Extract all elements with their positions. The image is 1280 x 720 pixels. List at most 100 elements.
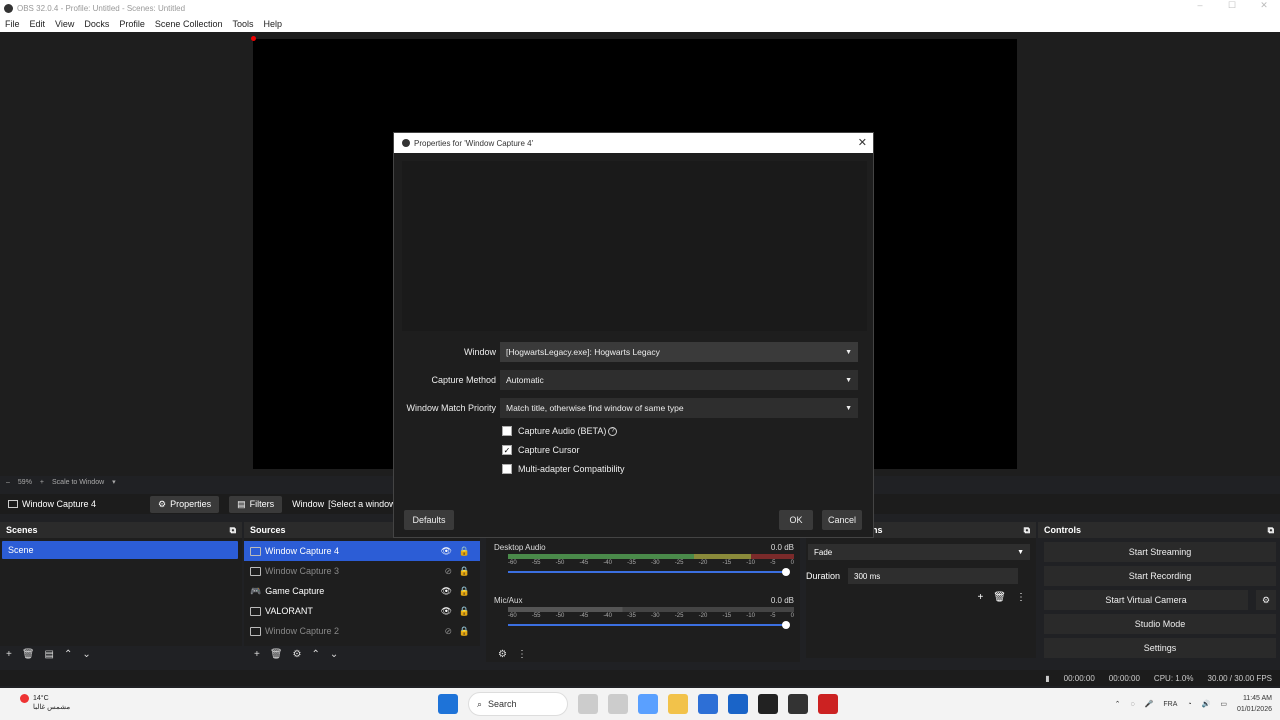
cancel-button[interactable]: Cancel bbox=[822, 510, 862, 530]
trash-icon[interactable]: 🗑 bbox=[270, 649, 283, 660]
scene-item[interactable]: Scene bbox=[2, 541, 238, 559]
eye-hidden-icon[interactable]: ⊘ bbox=[444, 566, 452, 577]
app-red-icon[interactable] bbox=[818, 694, 838, 714]
help-icon[interactable]: ? bbox=[608, 426, 618, 436]
window-select[interactable]: [Select a window bbox=[328, 499, 396, 509]
source-row[interactable]: Window Capture 3 ⊘ 🔒 bbox=[244, 561, 480, 581]
lock-icon[interactable]: 🔒 bbox=[459, 566, 470, 577]
store-icon[interactable] bbox=[698, 694, 718, 714]
add-icon[interactable]: + bbox=[6, 649, 12, 660]
menu-file[interactable]: File bbox=[0, 19, 25, 29]
eye-icon[interactable]: 👁 bbox=[441, 586, 452, 597]
trash-icon[interactable]: 🗑 bbox=[993, 592, 1006, 603]
search-label: Search bbox=[488, 699, 517, 709]
match-priority-select[interactable]: Match title, otherwise find window of sa… bbox=[500, 398, 858, 418]
menu-scene-collection[interactable]: Scene Collection bbox=[150, 19, 228, 29]
clock[interactable]: 11:45 AM 01/01/2026 bbox=[1237, 693, 1272, 715]
volume-slider[interactable] bbox=[508, 568, 790, 576]
obs-taskbar-icon[interactable] bbox=[788, 694, 808, 714]
filter-icon[interactable]: ▤ bbox=[45, 649, 54, 660]
network-icon[interactable]: ◌ bbox=[1130, 701, 1134, 708]
widgets-icon[interactable] bbox=[578, 694, 598, 714]
chevron-up-icon[interactable]: ⌃ bbox=[1115, 700, 1121, 708]
trash-icon[interactable]: 🗑 bbox=[22, 649, 35, 660]
zoom-mode[interactable]: Scale to Window bbox=[52, 479, 104, 486]
menu-profile[interactable]: Profile bbox=[114, 19, 150, 29]
undock-icon[interactable]: ⧉ bbox=[1268, 525, 1274, 536]
eye-icon[interactable]: 👁 bbox=[441, 546, 452, 557]
down-icon[interactable]: ⌄ bbox=[82, 649, 90, 660]
meter-ticks: -60 -55 -50 -45 -40 -35 -30 -25 -20 -15 -10 -5 0 bbox=[508, 613, 794, 619]
menu-view[interactable]: View bbox=[50, 19, 79, 29]
volume-icon[interactable]: 🔊 bbox=[1202, 700, 1211, 708]
undock-icon[interactable]: ⧉ bbox=[1024, 525, 1030, 536]
language-indicator[interactable]: FRA bbox=[1163, 701, 1177, 708]
properties-button[interactable]: ⚙ Properties bbox=[150, 495, 220, 513]
start-streaming-button[interactable]: Start Streaming bbox=[1044, 542, 1276, 562]
up-icon[interactable]: ⌃ bbox=[312, 649, 320, 660]
lock-icon[interactable]: 🔒 bbox=[459, 546, 470, 557]
eye-icon[interactable]: 👁 bbox=[441, 606, 452, 617]
more-icon[interactable]: ⋮ bbox=[517, 649, 527, 660]
close-icon[interactable]: ✕ bbox=[1248, 0, 1280, 11]
app-icon[interactable] bbox=[758, 694, 778, 714]
window-capture-icon bbox=[8, 500, 18, 508]
weather-widget[interactable]: 14°C مشمس غالبا bbox=[33, 694, 70, 712]
defaults-button[interactable]: Defaults bbox=[404, 510, 454, 530]
lock-icon[interactable]: 🔒 bbox=[459, 626, 470, 637]
gear-icon[interactable]: ⚙ bbox=[498, 649, 507, 660]
more-icon[interactable]: ⋮ bbox=[1016, 592, 1026, 603]
file-explorer-icon[interactable] bbox=[668, 694, 688, 714]
mic-icon[interactable]: 🎤 bbox=[1145, 700, 1154, 708]
start-recording-button[interactable]: Start Recording bbox=[1044, 566, 1276, 586]
studio-mode-button[interactable]: Studio Mode bbox=[1044, 614, 1276, 634]
mixer-toolbar: ⚙ ⋮ bbox=[492, 646, 527, 662]
menu-edit[interactable]: Edit bbox=[25, 19, 51, 29]
add-icon[interactable]: + bbox=[977, 592, 983, 603]
wifi-icon[interactable]: ◔ bbox=[1187, 701, 1191, 708]
mixer-channel: Mic/Aux 0.0 dB -60 -55 -50 -45 -40 -35 -30 -25 -2… bbox=[494, 596, 794, 629]
virtual-camera-settings-icon[interactable]: ⚙ bbox=[1256, 590, 1276, 610]
add-icon[interactable]: + bbox=[254, 649, 260, 660]
capture-method-select[interactable]: Automatic ▼ bbox=[500, 370, 858, 390]
transition-select[interactable]: Fade ▼ bbox=[808, 544, 1030, 560]
menu-docks[interactable]: Docks bbox=[79, 19, 114, 29]
copilot-icon[interactable] bbox=[638, 694, 658, 714]
capture-cursor-checkbox[interactable]: ✓ Capture Cursor bbox=[502, 443, 580, 457]
settings-button[interactable]: Settings bbox=[1044, 638, 1276, 658]
duration-input[interactable]: 300 ms bbox=[848, 568, 1019, 584]
ok-button[interactable]: OK bbox=[779, 510, 813, 530]
outlook-icon[interactable] bbox=[728, 694, 748, 714]
multi-adapter-checkbox[interactable]: Multi-adapter Compatibility bbox=[502, 462, 625, 476]
start-icon[interactable] bbox=[438, 694, 458, 714]
mixer-channel: Desktop Audio 0.0 dB -60 -55 -50 -45 -40 -35 -3… bbox=[494, 543, 794, 576]
close-icon[interactable]: ✕ bbox=[858, 136, 867, 149]
menu-tools[interactable]: Tools bbox=[227, 19, 258, 29]
minimize-icon[interactable]: – bbox=[1184, 0, 1216, 11]
zoom-out-icon[interactable]: – bbox=[6, 479, 10, 486]
source-row[interactable]: Window Capture 2 ⊘ 🔒 bbox=[244, 621, 480, 641]
task-view-icon[interactable] bbox=[608, 694, 628, 714]
capture-audio-checkbox[interactable]: Capture Audio (BETA) ? bbox=[502, 424, 618, 438]
down-icon[interactable]: ⌄ bbox=[330, 649, 338, 660]
battery-icon[interactable]: ▭ bbox=[1220, 700, 1227, 708]
chevron-down-icon[interactable]: ▾ bbox=[112, 478, 116, 486]
eye-hidden-icon[interactable]: ⊘ bbox=[444, 626, 452, 637]
volume-slider[interactable] bbox=[508, 621, 790, 629]
checkbox-checked-icon: ✓ bbox=[502, 445, 512, 455]
zoom-in-icon[interactable]: + bbox=[40, 479, 44, 486]
source-row[interactable]: 🎮 Game Capture 👁 🔒 bbox=[244, 581, 480, 601]
source-row[interactable]: Window Capture 4 👁 🔒 bbox=[244, 541, 480, 561]
undock-icon[interactable]: ⧉ bbox=[230, 525, 236, 536]
lock-icon[interactable]: 🔒 bbox=[459, 586, 470, 597]
gear-icon[interactable]: ⚙ bbox=[293, 649, 302, 660]
menu-help[interactable]: Help bbox=[258, 19, 287, 29]
start-virtual-camera-button[interactable]: Start Virtual Camera bbox=[1044, 590, 1248, 610]
maximize-icon[interactable]: ☐ bbox=[1216, 0, 1248, 11]
filters-button[interactable]: ▤ Filters bbox=[229, 495, 283, 513]
up-icon[interactable]: ⌃ bbox=[64, 649, 72, 660]
lock-icon[interactable]: 🔒 bbox=[459, 606, 470, 617]
window-select[interactable]: [HogwartsLegacy.exe]: Hogwarts Legacy ▼ bbox=[500, 342, 858, 362]
taskbar-search[interactable]: ⌕ Search bbox=[468, 692, 568, 716]
source-row[interactable]: VALORANT 👁 🔒 bbox=[244, 601, 480, 621]
